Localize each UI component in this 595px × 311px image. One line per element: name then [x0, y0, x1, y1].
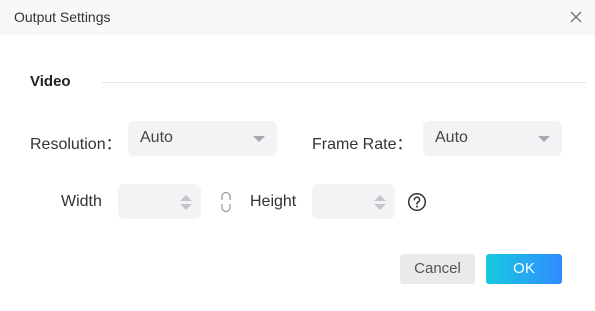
height-stepper	[312, 184, 395, 219]
width-decrement-icon[interactable]	[180, 204, 192, 210]
resolution-select-value: Auto	[140, 129, 173, 146]
chevron-down-icon	[253, 136, 265, 142]
frame-rate-select[interactable]: Auto	[423, 121, 562, 156]
dialog-titlebar: Output Settings	[0, 0, 595, 35]
height-decrement-icon[interactable]	[374, 204, 386, 210]
frame-rate-select-value: Auto	[435, 129, 468, 146]
resolution-select[interactable]: Auto	[128, 121, 277, 156]
height-input[interactable]	[312, 184, 386, 219]
section-title-video: Video	[30, 73, 71, 90]
width-label: Width	[61, 193, 102, 210]
output-settings-dialog: Output Settings Video Resolution： Auto F…	[0, 0, 595, 311]
cancel-button[interactable]: Cancel	[400, 254, 475, 284]
close-button[interactable]	[567, 8, 585, 26]
help-icon	[407, 192, 427, 212]
link-icon	[221, 191, 231, 213]
height-label: Height	[250, 193, 297, 210]
chevron-down-icon	[538, 136, 550, 142]
height-increment-icon[interactable]	[374, 195, 386, 201]
frame-rate-label: Frame Rate：	[312, 136, 413, 153]
ok-button[interactable]: OK	[486, 254, 562, 284]
close-icon	[570, 11, 582, 23]
help-button[interactable]	[407, 192, 427, 212]
resolution-label: Resolution：	[30, 136, 122, 153]
width-increment-icon[interactable]	[180, 195, 192, 201]
dialog-title: Output Settings	[14, 9, 111, 25]
section-divider	[102, 82, 586, 83]
width-stepper	[118, 184, 201, 219]
width-input[interactable]	[118, 184, 192, 219]
aspect-link-toggle[interactable]	[219, 191, 233, 213]
